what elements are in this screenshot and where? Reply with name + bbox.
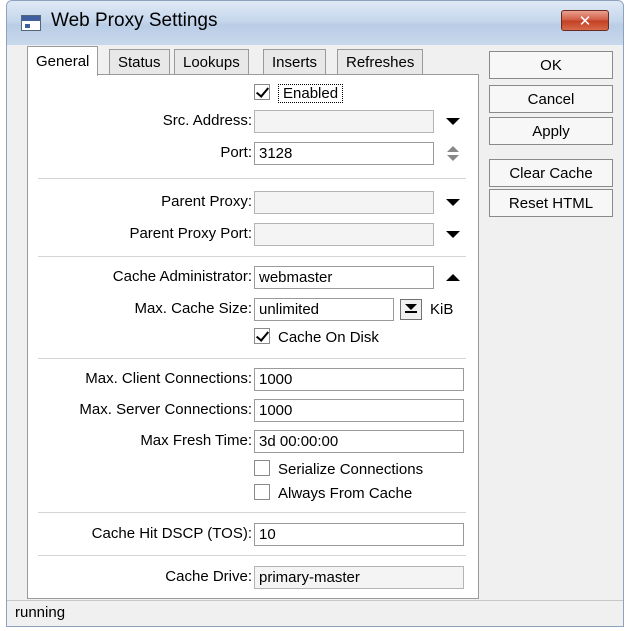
title-bar[interactable]: Web Proxy Settings ✕ <box>7 1 623 45</box>
max-client-connections-field[interactable]: 1000 <box>254 368 464 391</box>
clear-cache-button[interactable]: Clear Cache <box>489 159 613 187</box>
tab-inserts[interactable]: Inserts <box>263 49 327 75</box>
port-label: Port: <box>220 144 252 161</box>
status-bar: running <box>7 600 623 626</box>
tab-general[interactable]: General <box>27 46 99 76</box>
always-from-cache-checkbox[interactable] <box>254 484 270 501</box>
max-server-connections-field[interactable]: 1000 <box>254 399 464 422</box>
separator <box>38 512 466 513</box>
src-address-dropdown-icon[interactable] <box>446 118 460 125</box>
serialize-connections-label: Serialize Connections <box>278 461 424 478</box>
always-from-cache-label: Always From Cache <box>278 485 413 502</box>
cache-administrator-label: Cache Administrator: <box>112 268 252 285</box>
cache-on-disk-checkbox[interactable] <box>254 328 270 345</box>
separator <box>38 256 466 257</box>
max-cache-size-field[interactable]: unlimited <box>254 298 394 321</box>
enabled-checkbox[interactable] <box>254 84 270 101</box>
window-icon <box>21 15 41 31</box>
enabled-label: Enabled <box>278 84 344 103</box>
cache-hit-dscp-label: Cache Hit DSCP (TOS): <box>91 525 252 542</box>
port-field[interactable]: 3128 <box>254 142 434 165</box>
parent-proxy-port-label: Parent Proxy Port: <box>129 225 252 242</box>
window-title: Web Proxy Settings <box>51 10 218 31</box>
cache-on-disk-checkbox-row[interactable]: Cache On Disk <box>254 328 379 349</box>
always-from-cache-checkbox-row[interactable]: Always From Cache <box>254 484 413 505</box>
cache-on-disk-label: Cache On Disk <box>278 329 379 346</box>
serialize-connections-checkbox-row[interactable]: Serialize Connections <box>254 460 424 481</box>
max-fresh-time-field[interactable]: 3d 00:00:00 <box>254 430 464 453</box>
ok-button[interactable]: OK <box>489 51 613 79</box>
cache-administrator-collapse-icon[interactable] <box>446 274 460 281</box>
src-address-field[interactable] <box>254 110 434 133</box>
general-panel: Enabled Src. Address: Port: 3128 Parent … <box>27 74 479 599</box>
src-address-label: Src. Address: <box>162 112 252 129</box>
cache-drive-label: Cache Drive: <box>165 568 252 585</box>
parent-proxy-label: Parent Proxy: <box>161 193 252 210</box>
reset-html-button[interactable]: Reset HTML <box>489 189 613 217</box>
port-spinner-icon[interactable] <box>446 146 460 162</box>
parent-proxy-dropdown-icon[interactable] <box>446 199 460 206</box>
status-text: running <box>15 604 66 621</box>
max-fresh-time-label: Max Fresh Time: <box>140 432 252 449</box>
tab-status[interactable]: Status <box>109 49 170 75</box>
enabled-checkbox-row[interactable]: Enabled <box>254 84 344 104</box>
max-client-connections-label: Max. Client Connections: <box>85 370 252 387</box>
tab-refreshes[interactable]: Refreshes <box>337 49 424 75</box>
apply-button[interactable]: Apply <box>489 117 613 145</box>
parent-proxy-port-dropdown-icon[interactable] <box>446 231 460 238</box>
separator <box>38 178 466 179</box>
separator <box>38 555 466 556</box>
parent-proxy-port-field[interactable] <box>254 223 434 246</box>
cache-hit-dscp-field[interactable]: 10 <box>254 523 464 546</box>
cache-drive-field[interactable]: primary-master <box>254 566 464 589</box>
separator <box>38 358 466 359</box>
web-proxy-settings-window: Web Proxy Settings ✕ General Status Look… <box>6 0 624 627</box>
close-button[interactable]: ✕ <box>561 10 609 31</box>
max-cache-size-label: Max. Cache Size: <box>134 300 252 317</box>
parent-proxy-field[interactable] <box>254 191 434 214</box>
serialize-connections-checkbox[interactable] <box>254 460 270 477</box>
max-server-connections-label: Max. Server Connections: <box>79 401 252 418</box>
max-cache-size-dropdown-button[interactable] <box>400 299 422 320</box>
max-cache-size-unit: KiB <box>430 301 454 318</box>
cache-administrator-field[interactable]: webmaster <box>254 266 434 289</box>
cancel-button[interactable]: Cancel <box>489 85 613 113</box>
tab-lookups[interactable]: Lookups <box>174 49 249 75</box>
